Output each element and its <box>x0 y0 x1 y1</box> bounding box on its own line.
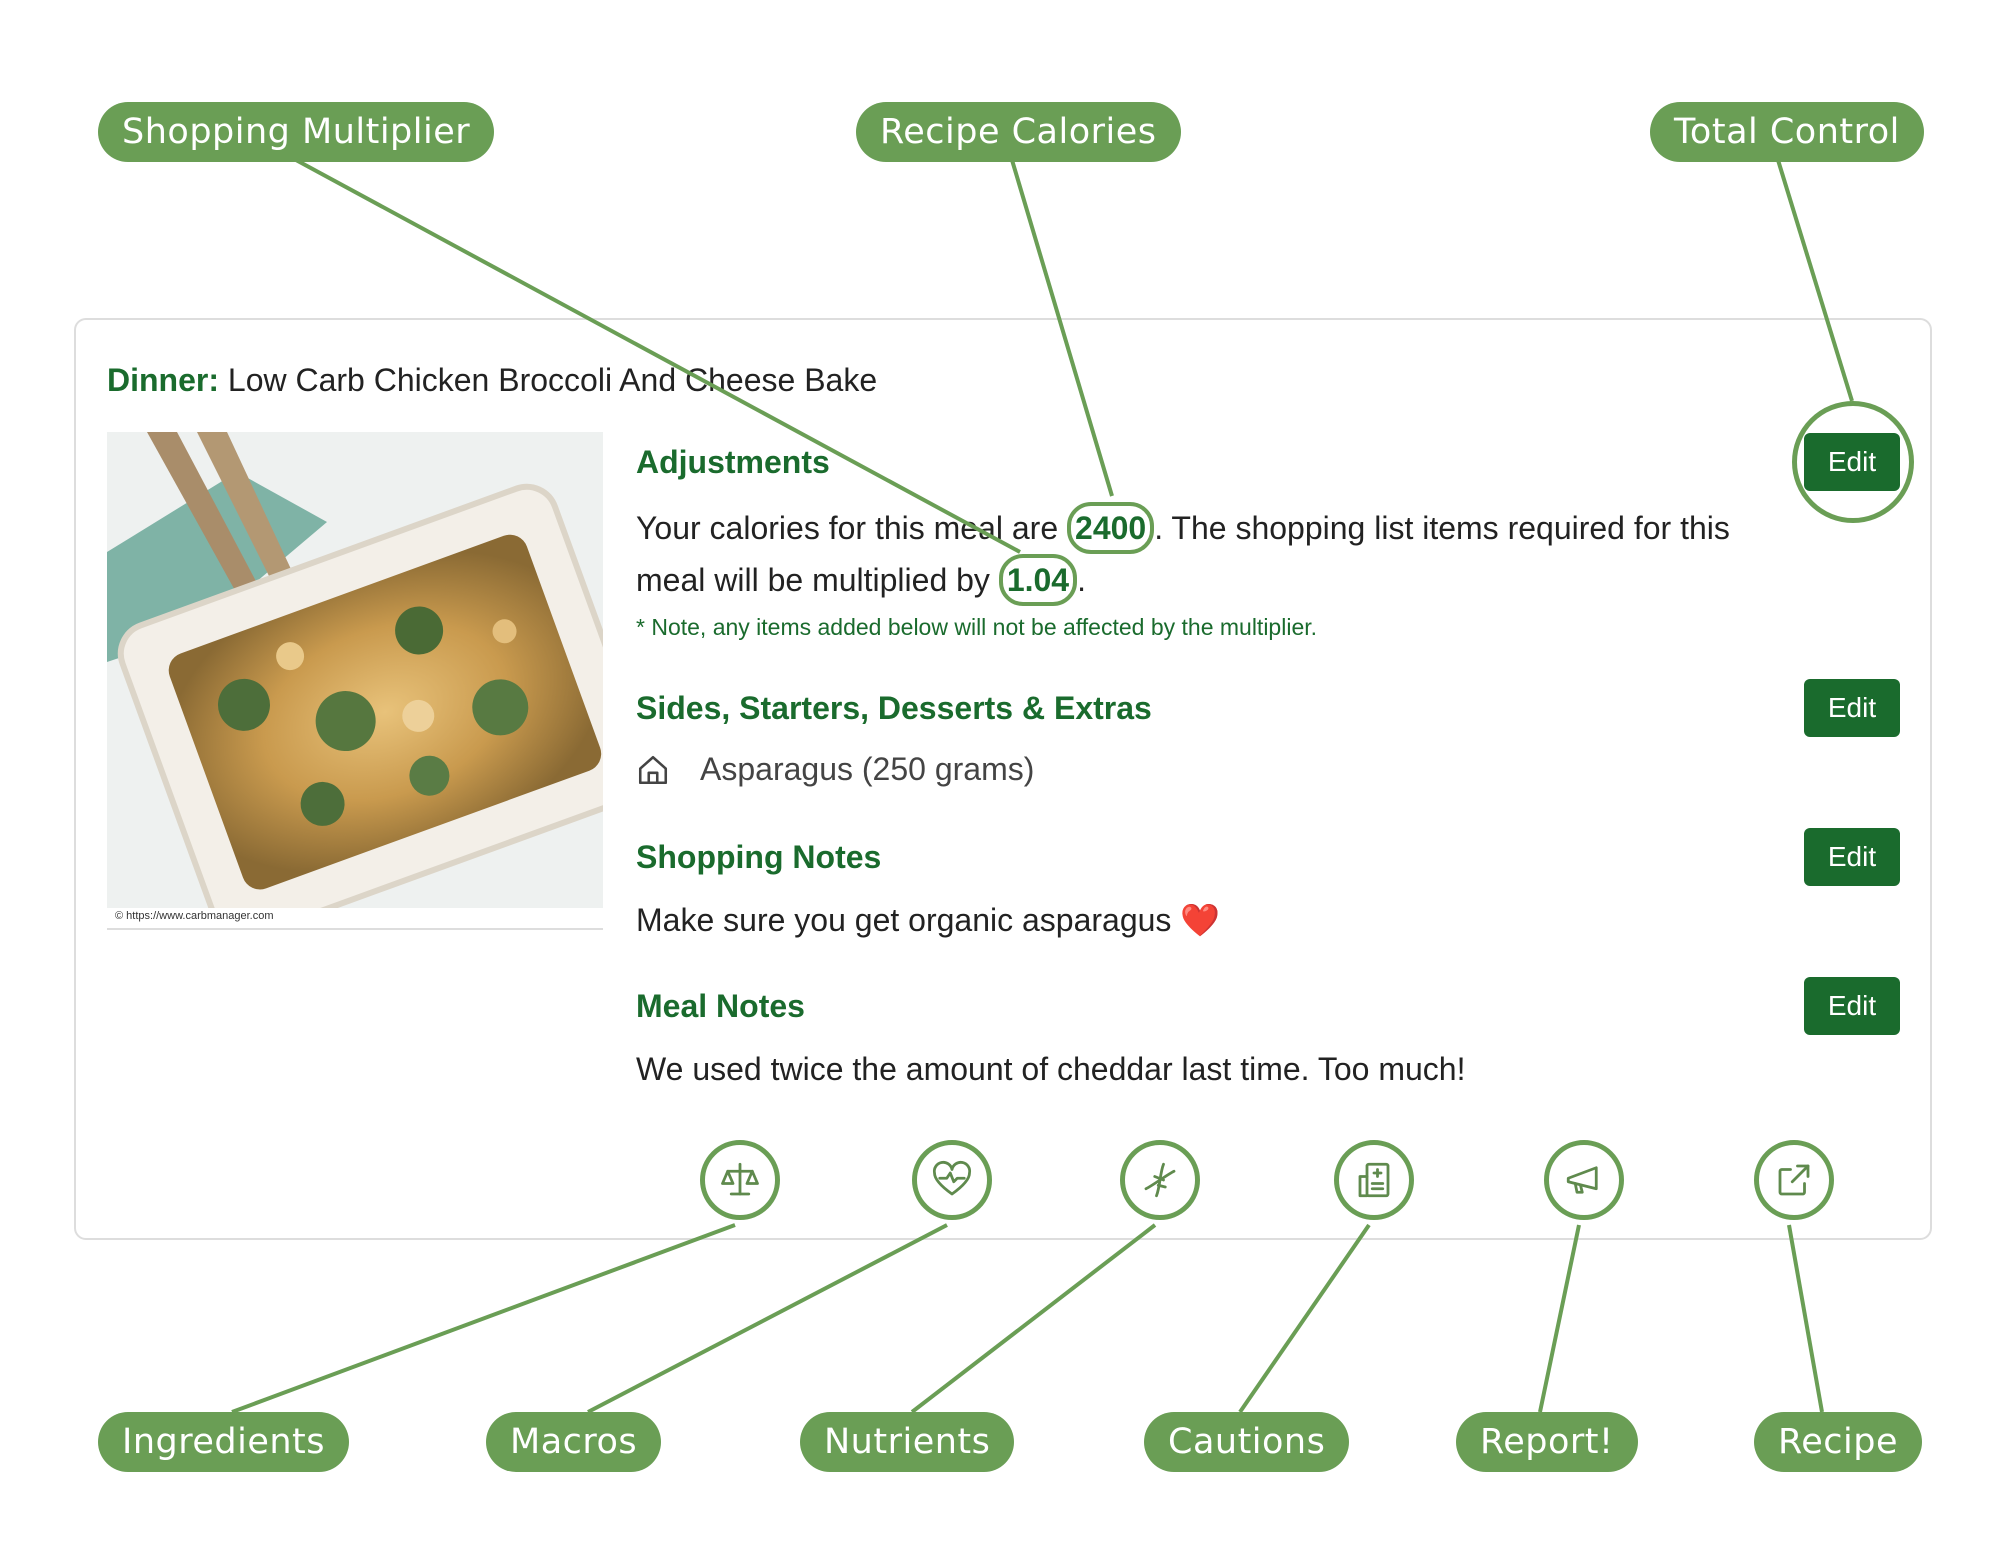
callout-shopping-multiplier: Shopping Multiplier <box>98 102 495 162</box>
external-link-icon <box>1778 1164 1810 1196</box>
report-action-button[interactable] <box>1544 1140 1624 1220</box>
callout-cautions: Cautions <box>1144 1412 1350 1472</box>
adjustments-text: Your calories for this meal are 2400. Th… <box>636 502 1806 606</box>
sides-heading: Sides, Starters, Desserts & Extras <box>636 690 1152 726</box>
callout-macros: Macros <box>486 1412 662 1472</box>
cautions-action-button[interactable] <box>1334 1140 1414 1220</box>
leader-line-ingredients <box>231 1223 736 1414</box>
ingredients-action-button[interactable] <box>700 1140 780 1220</box>
medical-building-icon <box>1358 1162 1390 1198</box>
shopping-notes-text-value: Make sure you get organic asparagus <box>636 902 1172 938</box>
nutrients-action-button[interactable] <box>1120 1140 1200 1220</box>
shopping-notes-heading: Shopping Notes <box>636 839 882 875</box>
leader-line-recipe <box>1787 1224 1824 1413</box>
meal-name: Low Carb Chicken Broccoli And Cheese Bak… <box>227 362 878 398</box>
heart-emoji-icon: ❤️ <box>1180 902 1221 938</box>
callout-report: Report! <box>1456 1412 1638 1472</box>
meal-notes-edit-button[interactable]: Edit <box>1804 977 1900 1035</box>
callout-nutrients: Nutrients <box>800 1412 1015 1472</box>
callout-recipe: Recipe <box>1754 1412 1922 1472</box>
leader-line-report <box>1538 1224 1581 1413</box>
meal-photo-illustration <box>107 432 603 908</box>
meal-photo <box>107 432 603 908</box>
scale-icon <box>721 1162 759 1196</box>
heart-pulse-icon <box>932 1160 972 1196</box>
side-item: Asparagus (250 grams) <box>636 751 1034 788</box>
adjustments-text-part: . <box>1077 562 1086 598</box>
megaphone-icon <box>1566 1166 1598 1194</box>
leader-line-macros <box>587 1223 948 1414</box>
dna-icon <box>1144 1162 1176 1198</box>
multiplier-note: * Note, any items added below will not b… <box>636 614 1318 640</box>
adjustments-text-part: Your calories for this meal are <box>636 510 1068 546</box>
multiplier-value: 1.04 <box>998 554 1078 606</box>
callout-recipe-calories: Recipe Calories <box>856 102 1181 162</box>
recipe-action-button[interactable] <box>1754 1140 1834 1220</box>
total-control-highlight-ring <box>1792 401 1914 523</box>
callout-total-control: Total Control <box>1650 102 1924 162</box>
adjustments-heading: Adjustments <box>636 444 830 480</box>
side-item-label: Asparagus (250 grams) <box>700 751 1035 787</box>
calories-value: 2400 <box>1067 502 1155 554</box>
callout-ingredients: Ingredients <box>98 1412 349 1472</box>
leader-line-nutrients <box>910 1223 1157 1414</box>
sides-edit-button[interactable]: Edit <box>1804 679 1900 737</box>
leader-line-cautions <box>1238 1223 1371 1414</box>
meal-notes-text: We used twice the amount of cheddar last… <box>636 1051 1466 1087</box>
shopping-notes-text: Make sure you get organic asparagus ❤️ <box>636 896 1220 944</box>
meal-type-label: Dinner: <box>107 362 219 398</box>
meal-notes-heading: Meal Notes <box>636 988 805 1024</box>
meal-title: Dinner: Low Carb Chicken Broccoli And Ch… <box>107 362 877 399</box>
shopping-notes-edit-button[interactable]: Edit <box>1804 828 1900 886</box>
photo-credit: © https://www.carbmanager.com <box>107 910 603 930</box>
macros-action-button[interactable] <box>912 1140 992 1220</box>
home-icon <box>638 755 668 784</box>
